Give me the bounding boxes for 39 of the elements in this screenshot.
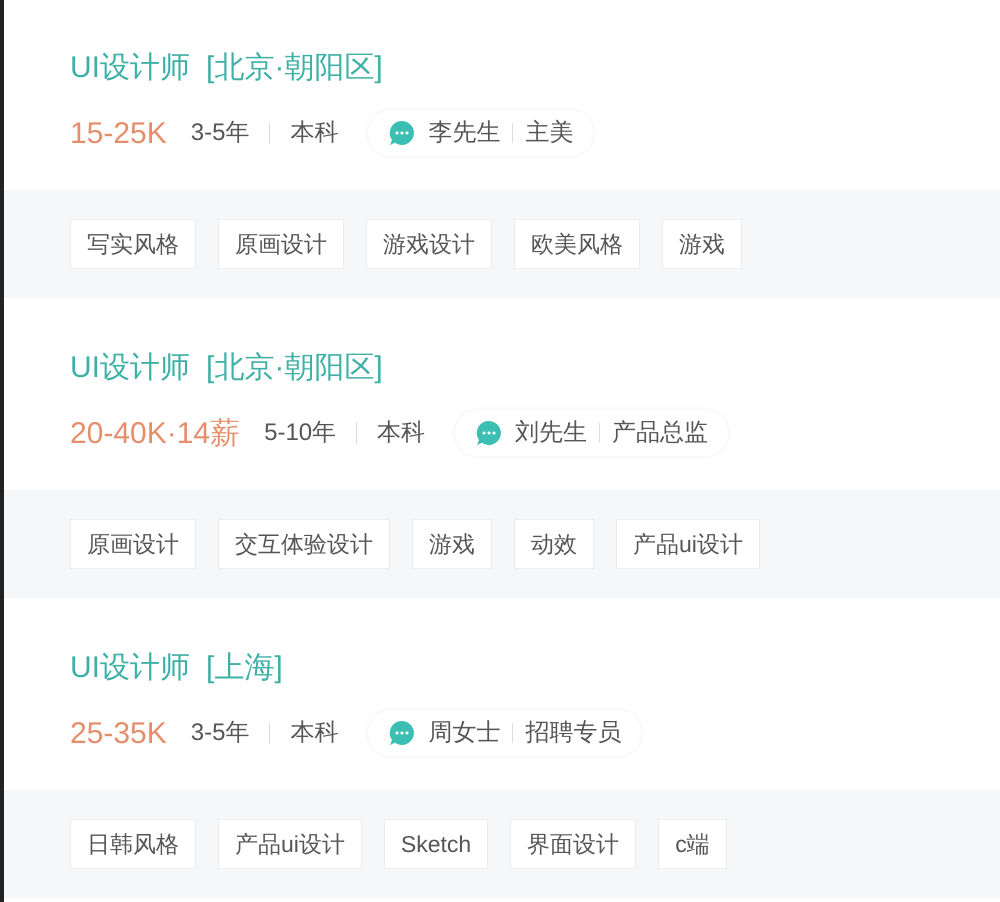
salary: 25-35K — [70, 716, 167, 752]
skill-tag: 产品ui设计 — [616, 519, 760, 569]
skill-tag: 欧美风格 — [514, 219, 640, 269]
job-location: [上海] — [206, 650, 283, 686]
recruiter-name: 李先生 — [428, 118, 500, 148]
skill-tag: 游戏 — [662, 219, 742, 269]
recruiter-chip[interactable]: 李先生 主美 — [368, 110, 594, 156]
skill-tag: 游戏 — [412, 519, 492, 569]
recruiter-name: 周女士 — [428, 718, 500, 748]
recruiter-role: 招聘专员 — [525, 718, 622, 748]
chat-icon — [388, 119, 416, 147]
salary: 20-40K·14薪 — [70, 416, 240, 452]
job-location: [北京·朝阳区] — [206, 50, 383, 86]
experience: 3-5年 — [190, 718, 250, 748]
skill-tag: c端 — [658, 819, 727, 869]
education: 本科 — [377, 418, 426, 448]
skill-tag: 日韩风格 — [70, 819, 196, 869]
skill-tag: 原画设计 — [218, 219, 344, 269]
job-location: [北京·朝阳区] — [206, 350, 383, 386]
skill-tag: 交互体验设计 — [218, 519, 390, 569]
salary: 15-25K — [70, 116, 167, 152]
experience: 3-5年 — [190, 118, 250, 148]
chat-icon — [388, 719, 416, 747]
education: 本科 — [290, 118, 338, 148]
recruiter-role: 主美 — [525, 118, 574, 148]
recruiter-role: 产品总监 — [612, 418, 708, 448]
skill-tag: Sketch — [384, 819, 488, 869]
skill-tag: 写实风格 — [70, 219, 196, 269]
recruiter-chip[interactable]: 刘先生 产品总监 — [455, 410, 728, 456]
chat-icon — [475, 419, 504, 447]
recruiter-name: 刘先生 — [515, 418, 588, 448]
skill-tag: 动效 — [514, 519, 594, 569]
skill-tag: 游戏设计 — [366, 219, 492, 269]
recruiter-chip[interactable]: 周女士 招聘专员 — [368, 710, 642, 756]
skill-tag: 界面设计 — [510, 819, 636, 869]
education: 本科 — [290, 718, 338, 748]
skill-tag: 原画设计 — [70, 519, 196, 569]
experience: 5-10年 — [264, 418, 336, 448]
skill-tag: 产品ui设计 — [218, 819, 362, 869]
